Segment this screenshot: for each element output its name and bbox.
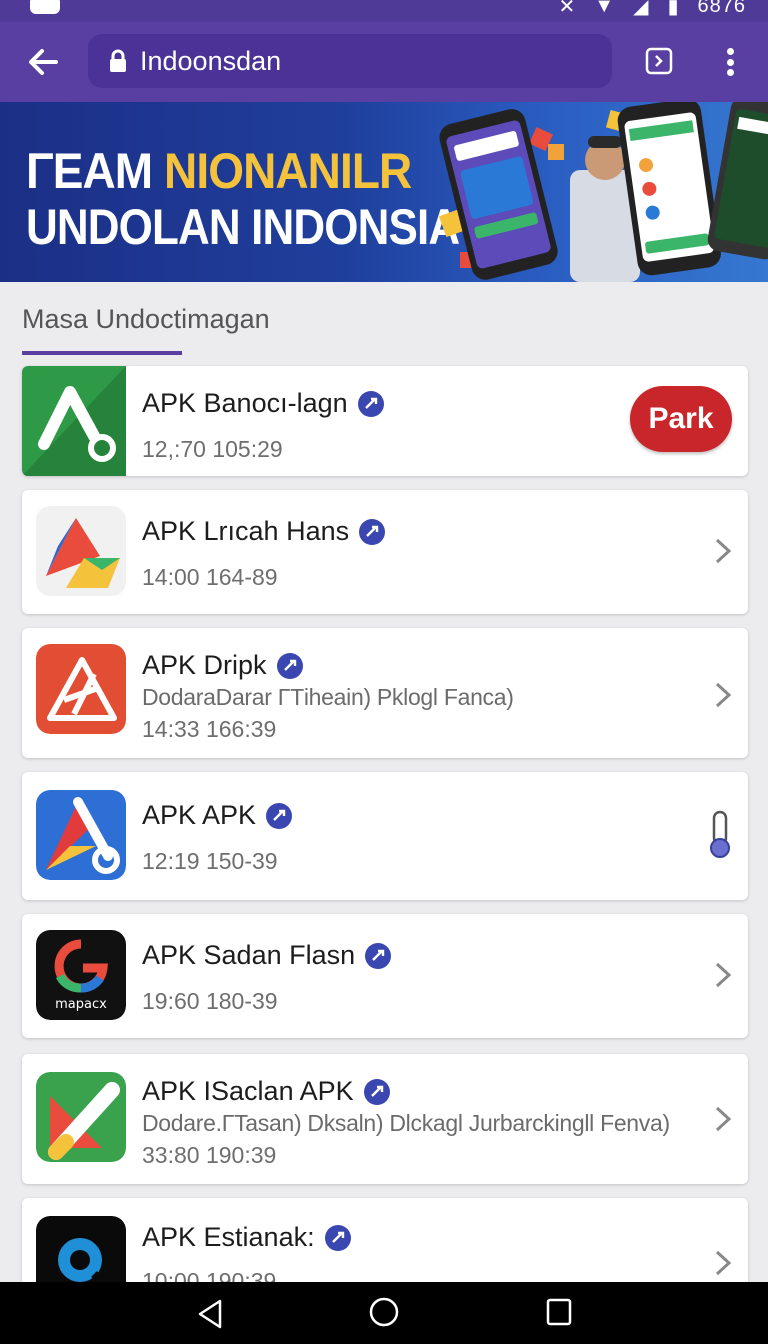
app-card[interactable]: APK Lrıcah Hans 14:00 164-89 — [22, 490, 748, 614]
chevron-right-icon[interactable] — [712, 960, 734, 990]
app-meta: 14:33 166:39 — [142, 716, 277, 742]
tab-switcher-icon[interactable] — [644, 46, 674, 76]
signal-icon: ◢ — [633, 0, 650, 18]
app-meta: 33:80 190:39 — [142, 1142, 277, 1168]
app-icon-apk — [36, 790, 126, 880]
app-description: DodaraDarar ΓΤiheain) Pklogl Fanca) — [142, 684, 514, 710]
url-field[interactable]: Indoonsdan — [88, 34, 612, 88]
app-meta: 19:60 180-39 — [142, 988, 278, 1014]
app-name: APK Dripk — [142, 650, 303, 681]
app-icon-lricah — [36, 506, 126, 596]
thermometer-icon[interactable] — [708, 810, 732, 860]
verified-badge-icon — [363, 1078, 390, 1105]
app-icon-dripk — [36, 644, 126, 734]
mute-icon: ✕ — [558, 0, 577, 18]
app-card[interactable]: APK ISaclan APK Dodare.ΓTasan) Dksaln) D… — [22, 1054, 748, 1184]
app-icon-banoci — [22, 366, 126, 476]
banner-line-1: ΓEAM NIONANILR — [26, 143, 412, 199]
app-name: APK Banocı-lagn — [142, 388, 384, 419]
chevron-right-icon[interactable] — [712, 1248, 734, 1278]
verified-badge-icon — [324, 1224, 351, 1251]
park-button[interactable]: Park — [630, 386, 732, 452]
app-description: Dodare.ΓTasan) Dksaln) Dlckagl Jurbarcki… — [142, 1110, 670, 1136]
back-arrow-icon[interactable] — [22, 40, 66, 84]
app-meta: 12,:70 105:29 — [142, 436, 283, 462]
battery-icon: ▮ — [667, 0, 680, 18]
app-name: APK Estianak: — [142, 1222, 351, 1253]
section-underline — [22, 351, 182, 355]
browser-toolbar: Indoonsdan — [0, 22, 768, 102]
chevron-right-icon[interactable] — [712, 536, 734, 566]
status-icons: ✕ ▼ ◢ ▮ 6876 — [559, 0, 746, 19]
app-card[interactable]: APK APK 12:19 150-39 — [22, 772, 748, 900]
nav-back-icon[interactable] — [196, 1298, 224, 1330]
svg-text:mapacx: mapacx — [55, 997, 107, 1012]
verified-badge-icon — [266, 802, 293, 829]
app-card[interactable]: APK Banocı-lagn 12,:70 105:29 Park — [22, 366, 748, 476]
status-time: 6876 — [697, 0, 746, 17]
chevron-right-icon[interactable] — [712, 680, 734, 710]
nav-recents-icon[interactable] — [546, 1298, 572, 1326]
app-name: APK Lrıcah Hans — [142, 516, 386, 547]
wifi-icon: ▼ — [594, 0, 616, 17]
app-meta: 14:00 164-89 — [142, 564, 278, 590]
lock-icon — [110, 49, 126, 72]
app-meta: 12:19 150-39 — [142, 848, 278, 874]
chevron-right-icon[interactable] — [712, 1104, 734, 1134]
verified-badge-icon — [276, 652, 303, 679]
verified-badge-icon — [365, 942, 392, 969]
system-navigation-bar — [0, 1282, 768, 1344]
nav-home-icon[interactable] — [368, 1296, 400, 1328]
app-icon-isaclan — [36, 1072, 126, 1162]
app-name: APK Sadan Flasn — [142, 940, 392, 971]
verified-badge-icon — [359, 518, 386, 545]
app-card[interactable]: mapacx APK Sadan Flasn 19:60 180-39 — [22, 914, 748, 1038]
section-title: Masa Undoctimagan — [22, 304, 270, 334]
overflow-menu-icon[interactable] — [712, 44, 748, 80]
banner-line-2: UNDOLAN INDONSIA — [26, 199, 460, 255]
banner-phones-illustration — [438, 102, 768, 282]
app-icon-sadan: mapacx — [36, 930, 126, 1020]
app-card[interactable]: APK Dripk DodaraDarar ΓΤiheain) Pklogl F… — [22, 628, 748, 758]
verified-badge-icon — [357, 390, 384, 417]
app-name: APK APK — [142, 800, 293, 831]
app-name: APK ISaclan APK — [142, 1076, 390, 1107]
promo-banner[interactable]: ΓEAM NIONANILR UNDOLAN INDONSIA — [0, 102, 768, 282]
url-text: Indoonsdan — [140, 45, 282, 76]
status-bar: ✕ ▼ ◢ ▮ 6876 — [0, 0, 768, 22]
app-notification-icon — [30, 0, 60, 14]
